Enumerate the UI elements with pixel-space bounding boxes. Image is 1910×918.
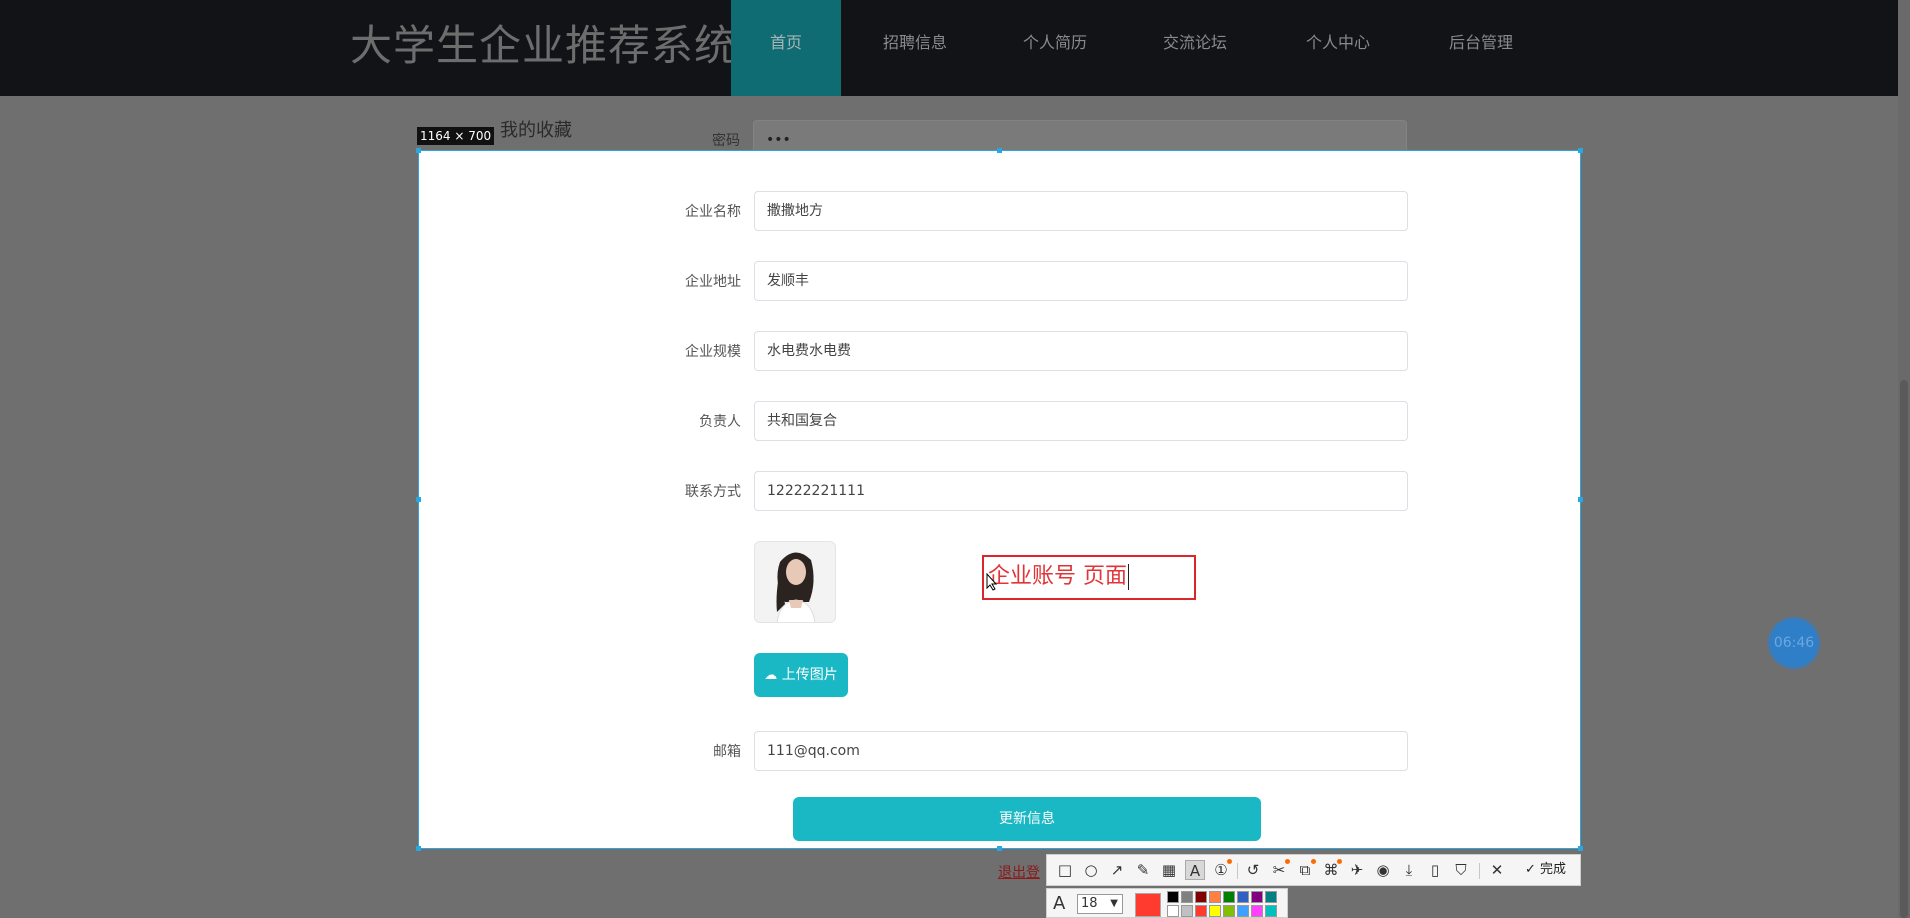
finish-label: 完成 — [1540, 862, 1567, 877]
company-scale-field[interactable]: 水电费水电费 — [754, 331, 1408, 371]
cancel-tool-icon[interactable]: ✕ — [1487, 860, 1507, 880]
undo-tool-icon[interactable]: ↺ — [1243, 860, 1263, 880]
resize-handle-t[interactable] — [997, 148, 1002, 153]
nav-jobs[interactable]: 招聘信息 — [870, 0, 960, 96]
annotation-text: 企业账号 页面 — [988, 564, 1127, 589]
color-swatch[interactable] — [1265, 891, 1277, 903]
pen-tool-icon[interactable]: ✎ — [1133, 860, 1153, 880]
color-swatch[interactable] — [1251, 905, 1263, 917]
upload-image-label: 上传图片 — [781, 667, 838, 683]
font-icon: A — [1053, 893, 1066, 914]
text-style-toolbar: A 18 ▼ — [1046, 888, 1288, 918]
pin-tool-icon[interactable]: ✈ — [1347, 860, 1367, 880]
resize-handle-r[interactable] — [1578, 497, 1583, 502]
company-address-label: 企业地址 — [685, 274, 741, 290]
bookmark-tool-icon[interactable]: ⛉ — [1451, 860, 1471, 880]
nav-profile[interactable]: 个人中心 — [1293, 0, 1383, 96]
company-scale-label: 企业规模 — [685, 344, 741, 360]
nav-home[interactable]: 首页 — [731, 0, 841, 96]
record-tool-icon[interactable]: ◉ — [1373, 860, 1393, 880]
current-color-swatch[interactable] — [1135, 893, 1161, 917]
top-navbar: 大学生企业推荐系统 首页 招聘信息 个人简历 交流论坛 个人中心 后台管理 — [0, 0, 1898, 96]
password-label: 密码 — [712, 133, 740, 149]
upload-image-button[interactable]: ☁ 上传图片 — [754, 653, 848, 697]
cloud-upload-icon: ☁ — [764, 668, 778, 683]
company-name-field[interactable]: 撒撒地方 — [754, 191, 1408, 231]
resize-handle-bl[interactable] — [416, 846, 421, 851]
ellipse-tool-icon[interactable]: ○ — [1081, 860, 1101, 880]
color-swatch[interactable] — [1237, 905, 1249, 917]
mouse-cursor-icon — [986, 573, 998, 591]
nav-admin[interactable]: 后台管理 — [1436, 0, 1526, 96]
finish-button[interactable]: ✓ 完成 — [1525, 860, 1566, 880]
email-field[interactable]: 111@qq.com — [754, 731, 1408, 771]
color-swatch[interactable] — [1195, 905, 1207, 917]
arrow-tool-icon[interactable]: ↗ — [1107, 860, 1127, 880]
capture-size-badge: 1164 × 700 — [417, 127, 495, 145]
color-swatch[interactable] — [1237, 891, 1249, 903]
email-label: 邮箱 — [713, 744, 741, 760]
check-icon: ✓ — [1525, 862, 1536, 877]
color-swatch[interactable] — [1265, 905, 1277, 917]
contact-field[interactable]: 12222221111 — [754, 471, 1408, 511]
timer-badge[interactable]: 06:46 — [1771, 620, 1817, 666]
text-tool-icon[interactable]: A — [1185, 860, 1205, 880]
cutout-tool-icon[interactable]: ✂ — [1269, 859, 1290, 880]
resize-handle-tl[interactable] — [416, 148, 421, 153]
color-swatch[interactable] — [1223, 905, 1235, 917]
text-caret — [1128, 564, 1129, 590]
color-swatch[interactable] — [1167, 905, 1179, 917]
company-address-field[interactable]: 发顺丰 — [754, 261, 1408, 301]
color-swatch[interactable] — [1195, 891, 1207, 903]
logout-link[interactable]: 退出登 — [998, 862, 1040, 882]
rectangle-tool-icon[interactable]: □ — [1055, 860, 1075, 880]
resize-handle-l[interactable] — [416, 497, 421, 502]
resize-handle-b[interactable] — [997, 846, 1002, 851]
mobile-tool-icon[interactable]: ▯ — [1425, 860, 1445, 880]
company-name-label: 企业名称 — [685, 204, 741, 220]
color-swatch[interactable] — [1209, 891, 1221, 903]
page-scrollbar-thumb[interactable] — [1900, 380, 1908, 918]
company-avatar — [754, 541, 836, 623]
sidebar-favorites[interactable]: 我的收藏 — [500, 116, 572, 142]
site-title: 大学生企业推荐系统 — [350, 21, 738, 70]
capture-selection[interactable]: 企业名称 撒撒地方 企业地址 发顺丰 企业规模 水电费水电费 负责人 共和国复合… — [418, 150, 1581, 849]
capture-toolbar: □ ○ ↗ ✎ ▦ A ① ↺ ✂ ⧉ ⌘ ✈ ◉ ⤓ ▯ ⛉ ✕ ✓ 完成 — [1046, 854, 1581, 886]
nav-forum[interactable]: 交流论坛 — [1150, 0, 1240, 96]
color-swatch[interactable] — [1251, 891, 1263, 903]
color-swatch[interactable] — [1167, 891, 1179, 903]
manager-field[interactable]: 共和国复合 — [754, 401, 1408, 441]
save-tool-icon[interactable]: ⤓ — [1399, 860, 1419, 880]
font-size-value: 18 — [1081, 896, 1098, 911]
resize-handle-tr[interactable] — [1578, 148, 1583, 153]
text-annotation[interactable]: 企业账号 页面 — [982, 555, 1196, 600]
update-info-button[interactable]: 更新信息 — [793, 797, 1261, 841]
translate-tool-icon[interactable]: ⌘ — [1321, 859, 1342, 880]
color-swatch[interactable] — [1181, 905, 1193, 917]
color-swatch[interactable] — [1181, 891, 1193, 903]
resize-handle-br[interactable] — [1578, 846, 1583, 851]
nav-resume[interactable]: 个人简历 — [1010, 0, 1100, 96]
font-size-select[interactable]: 18 ▼ — [1077, 894, 1123, 914]
chevron-down-icon: ▼ — [1110, 898, 1118, 909]
manager-label: 负责人 — [699, 414, 741, 430]
color-swatch[interactable] — [1209, 905, 1221, 917]
mosaic-tool-icon[interactable]: ▦ — [1159, 860, 1179, 880]
color-swatch[interactable] — [1223, 891, 1235, 903]
contact-label: 联系方式 — [685, 484, 741, 500]
ocr-tool-icon[interactable]: ⧉ — [1295, 859, 1316, 880]
number-tool-icon[interactable]: ① — [1211, 859, 1232, 880]
